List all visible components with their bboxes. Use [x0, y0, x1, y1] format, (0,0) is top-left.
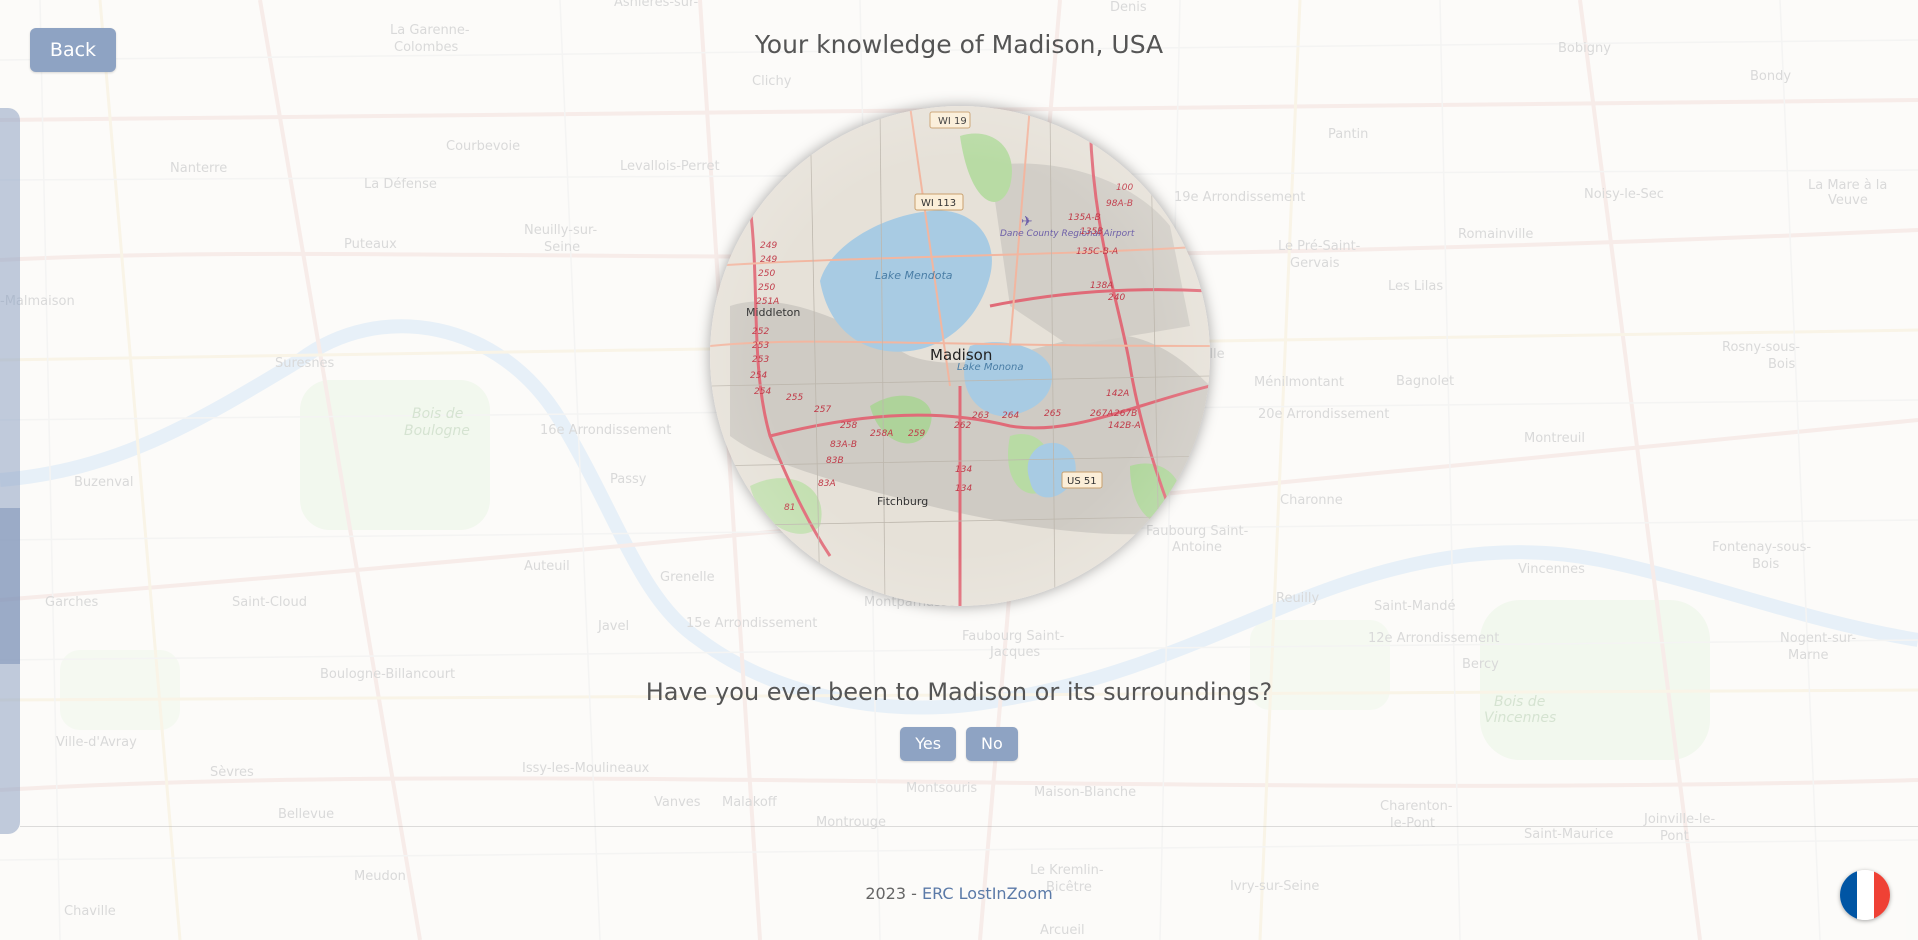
- svg-text:98A-B: 98A-B: [1106, 199, 1133, 209]
- svg-text:267B: 267B: [1114, 409, 1137, 419]
- svg-text:264: 264: [1002, 411, 1019, 421]
- footer: 2023 - ERC LostInZoom: [0, 884, 1918, 903]
- svg-text:83A-B: 83A-B: [830, 440, 857, 450]
- no-button[interactable]: No: [966, 727, 1018, 761]
- label-fitchburg: Fitchburg: [877, 495, 928, 508]
- label-lake-mendota: Lake Mendota: [875, 269, 953, 282]
- svg-text:263: 263: [972, 411, 989, 421]
- svg-text:253: 253: [752, 341, 769, 351]
- svg-text:135A-B: 135A-B: [1068, 213, 1101, 223]
- svg-text:252: 252: [752, 327, 769, 337]
- question-text: Have you ever been to Madison or its sur…: [645, 678, 1273, 706]
- svg-text:81: 81: [784, 503, 795, 513]
- svg-text:255: 255: [786, 393, 803, 403]
- side-panel-progress: [0, 508, 20, 664]
- svg-text:253: 253: [752, 355, 769, 365]
- svg-text:258: 258: [840, 421, 857, 431]
- page-title: Your knowledge of Madison, USA: [754, 30, 1164, 59]
- svg-text:249: 249: [760, 255, 777, 265]
- footer-year: 2023 -: [865, 884, 922, 903]
- svg-text:134: 134: [955, 484, 972, 494]
- footer-link[interactable]: ERC LostInZoom: [922, 884, 1053, 903]
- svg-text:138A: 138A: [1090, 281, 1113, 291]
- svg-text:259: 259: [908, 429, 925, 439]
- svg-text:249: 249: [760, 241, 777, 251]
- svg-text:134: 134: [955, 465, 972, 475]
- answer-buttons: Yes No: [0, 727, 1918, 761]
- city-map-circle: WI 19 WI 113 US 51 Lake Mendota Lake Mon…: [710, 106, 1210, 606]
- svg-text:142A: 142A: [1106, 389, 1129, 399]
- svg-text:135C-B-A: 135C-B-A: [1076, 247, 1118, 257]
- svg-text:240: 240: [1108, 293, 1125, 303]
- shield-wi113: WI 113: [921, 198, 956, 209]
- svg-text:267A: 267A: [1090, 409, 1113, 419]
- side-panel[interactable]: [0, 108, 20, 834]
- svg-text:265: 265: [1044, 409, 1061, 419]
- french-flag-icon[interactable]: [1840, 870, 1890, 920]
- svg-text:254: 254: [754, 387, 771, 397]
- label-middleton: Middleton: [746, 306, 800, 319]
- svg-text:254: 254: [750, 371, 767, 381]
- svg-text:251A: 251A: [756, 297, 779, 307]
- airport-icon: ✈: [1021, 214, 1033, 230]
- svg-text:257: 257: [814, 405, 831, 415]
- svg-text:250: 250: [758, 269, 775, 279]
- svg-text:250: 250: [758, 283, 775, 293]
- label-madison: Madison: [930, 346, 992, 364]
- shield-us51: US 51: [1067, 476, 1097, 487]
- svg-text:83A: 83A: [818, 479, 836, 489]
- svg-text:258A: 258A: [870, 429, 893, 439]
- svg-text:100: 100: [1116, 183, 1133, 193]
- yes-button[interactable]: Yes: [900, 727, 957, 761]
- shield-wi19: WI 19: [938, 116, 967, 127]
- svg-text:135B: 135B: [1080, 227, 1103, 237]
- svg-text:262: 262: [954, 421, 971, 431]
- svg-text:142B-A: 142B-A: [1108, 421, 1141, 431]
- footer-divider: [20, 826, 1918, 827]
- svg-text:83B: 83B: [826, 456, 844, 466]
- label-airport: Dane County Regional Airport: [1000, 229, 1135, 239]
